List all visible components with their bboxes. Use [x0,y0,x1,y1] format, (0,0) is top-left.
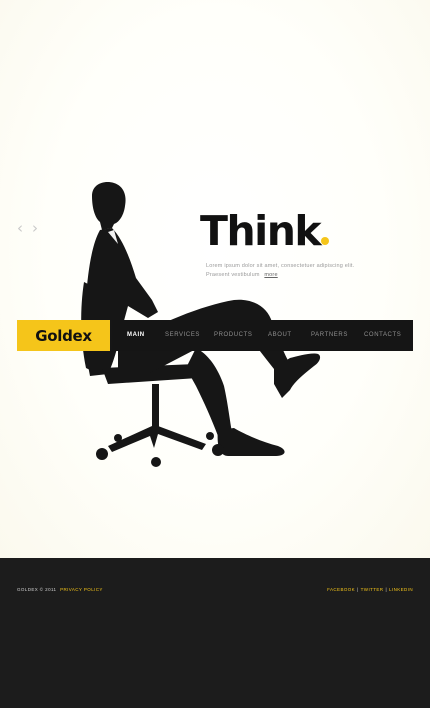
nav-item-main[interactable]: Main [127,332,145,338]
linkedin-link[interactable]: LINKEDIN [389,587,413,592]
footer: GOLDEX © 2011 PRIVACY POLICY FACEBOOK | TW… [0,558,430,708]
privacy-policy-link[interactable]: PRIVACY POLICY [60,587,103,592]
chevron-right-icon[interactable]: › [32,221,38,236]
nav-item-products[interactable]: Products [214,332,252,338]
more-link[interactable]: more [264,272,277,278]
footer-copyright-block: GOLDEX © 2011 PRIVACY POLICY [17,587,103,592]
chevron-left-icon[interactable]: ‹ [17,221,23,236]
copyright-text: GOLDEX © 2011 [17,587,57,592]
logo[interactable]: Goldex [17,320,110,351]
accent-dot-icon [321,237,330,245]
tagline-line-2: Praesent vestibulum [206,272,260,278]
hero-section: ‹ › Think Lorem ipsum dolor sit amet, co… [0,0,430,558]
slider-arrows: ‹ › [17,221,38,236]
hero-tagline: Lorem ipsum dolor sit amet, consectetuer… [206,262,406,280]
tagline-line-1: Lorem ipsum dolor sit amet, consectetuer… [206,263,355,269]
nav-item-contacts[interactable]: Contacts [364,332,401,338]
facebook-link[interactable]: FACEBOOK [327,587,355,592]
separator: | [385,587,388,592]
twitter-link[interactable]: TWITTER [361,587,384,592]
hero-headline: Think [200,206,330,256]
nav-item-about[interactable]: About [268,332,292,338]
social-links: FACEBOOK | TWITTER | LINKEDIN [327,587,413,592]
separator: | [357,587,359,592]
main-navigation: Main Services Products About Partners Co… [112,320,413,351]
nav-item-partners[interactable]: Partners [311,332,348,338]
nav-item-services[interactable]: Services [165,332,200,338]
